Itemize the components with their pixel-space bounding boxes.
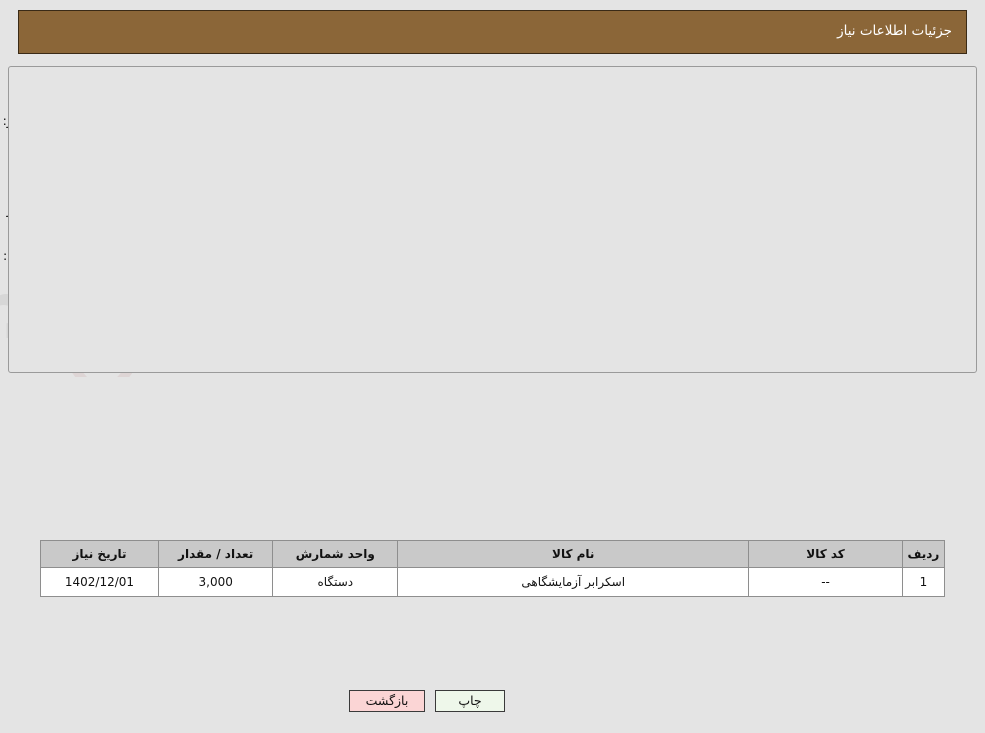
- cell-need-date: 1402/12/01: [40, 567, 159, 597]
- column-header-unit: واحد شمارش: [272, 540, 399, 568]
- page-header-bar: جزئیات اطلاعات نیاز: [18, 10, 967, 54]
- summary-panel: [8, 66, 977, 373]
- column-header-name: نام کالا: [397, 540, 750, 568]
- cell-name: اسکرابر آزمایشگاهی: [397, 567, 750, 597]
- table-header-row: ردیف کد کالا نام کالا واحد شمارش تعداد /…: [40, 540, 946, 568]
- column-header-row-no: ردیف: [901, 540, 946, 568]
- goods-table: ردیف کد کالا نام کالا واحد شمارش تعداد /…: [40, 540, 946, 597]
- page-title: جزئیات اطلاعات نیاز: [837, 23, 952, 39]
- print-button[interactable]: چاپ: [435, 690, 505, 712]
- column-header-code: کد کالا: [748, 540, 903, 568]
- cell-code: --: [748, 567, 903, 597]
- details-panel: [8, 377, 977, 677]
- column-header-need-date: تاریخ نیاز: [40, 540, 159, 568]
- back-button[interactable]: بازگشت: [349, 690, 425, 712]
- page-root: AriaTender.net جزئیات اطلاعات نیاز شماره…: [0, 0, 985, 733]
- column-header-quantity: تعداد / مقدار: [157, 540, 274, 568]
- cell-unit: دستگاه: [272, 567, 399, 597]
- cell-quantity: 3,000: [157, 567, 274, 597]
- table-row[interactable]: 1 -- اسکرابر آزمایشگاهی دستگاه 3,000 140…: [40, 567, 946, 597]
- cell-row-no: 1: [901, 567, 946, 597]
